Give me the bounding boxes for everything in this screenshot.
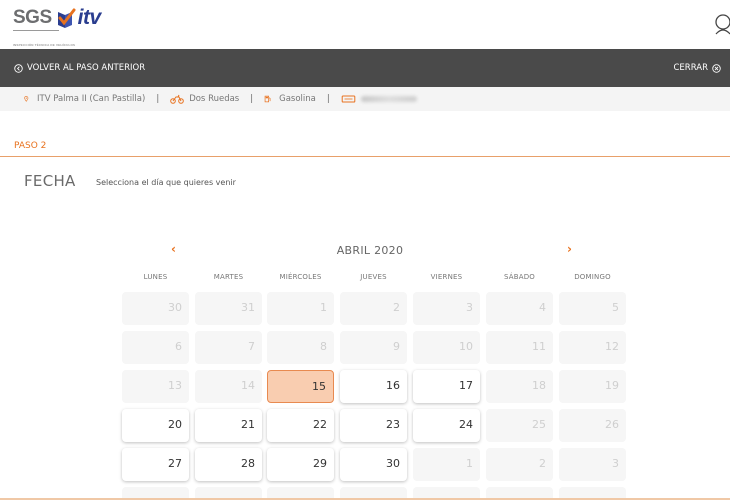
weekday-header: SÁBADO xyxy=(503,273,536,281)
calendar-day: 18 xyxy=(486,370,553,403)
calendar-day: 2 xyxy=(340,292,407,325)
calendar-month: ABRIL 2020 xyxy=(336,244,404,257)
calendar-day: 12 xyxy=(559,331,626,364)
calendar-day: 10 xyxy=(413,331,480,364)
summary-vehicle-label: Dos Ruedas xyxy=(189,94,240,104)
logo-sgs: SGS INSPECCIÓN TÉCNICA DE VEHÍCULOS xyxy=(13,6,75,47)
page-title: FECHA xyxy=(24,172,76,190)
header: SGS INSPECCIÓN TÉCNICA DE VEHÍCULOS itv xyxy=(0,0,730,49)
booking-summary-bar: ITV Palma II (Can Pastilla) | Dos Ruedas… xyxy=(0,87,730,111)
calendar-day: 9 xyxy=(340,331,407,364)
weekday-header: MIÉRCOLES xyxy=(279,273,322,281)
summary-plate xyxy=(341,94,417,104)
back-button-label: VOLVER AL PASO ANTERIOR xyxy=(27,63,146,73)
calendar-day-selected[interactable]: 15 xyxy=(267,370,334,403)
logo[interactable]: SGS INSPECCIÓN TÉCNICA DE VEHÍCULOS itv xyxy=(13,6,102,47)
logo-itv-text: itv xyxy=(77,6,102,29)
summary-fuel: Gasolina xyxy=(264,94,316,104)
calendar-day: 31 xyxy=(195,292,262,325)
summary-vehicle: Dos Ruedas xyxy=(170,94,239,104)
close-button-label: CERRAR xyxy=(673,63,709,73)
prev-month-button[interactable]: ‹ xyxy=(171,242,176,256)
summary-station: ITV Palma II (Can Pastilla) xyxy=(24,94,145,104)
calendar-day: 8 xyxy=(267,331,334,364)
close-button[interactable]: CERRAR xyxy=(674,63,722,73)
calendar-day: 3 xyxy=(413,292,480,325)
calendar-day[interactable]: 24 xyxy=(413,409,480,442)
user-icon[interactable] xyxy=(712,13,730,35)
close-icon xyxy=(712,63,721,73)
calendar-day: 25 xyxy=(486,409,553,442)
calendar-day[interactable]: 21 xyxy=(195,409,262,442)
calendar-day[interactable]: 29 xyxy=(267,448,334,481)
calendar-day: 30 xyxy=(122,292,189,325)
next-month-button[interactable]: › xyxy=(567,242,572,256)
calendar-day: 7 xyxy=(195,331,262,364)
calendar-day: 13 xyxy=(122,370,189,403)
calendar-day: 5 xyxy=(559,292,626,325)
back-arrow-icon xyxy=(14,63,23,73)
calendar-day: 19 xyxy=(559,370,626,403)
calendar-day[interactable]: 20 xyxy=(122,409,189,442)
summary-station-label: ITV Palma II (Can Pastilla) xyxy=(37,94,146,104)
weekday-header: MARTES xyxy=(213,273,244,281)
calendar-day[interactable]: 30 xyxy=(340,448,407,481)
motorcycle-icon xyxy=(170,94,184,104)
license-plate-icon xyxy=(341,95,356,103)
fuel-pump-icon xyxy=(264,95,271,103)
calendar-day[interactable]: 28 xyxy=(195,448,262,481)
calendar-day: 26 xyxy=(559,409,626,442)
calendar-day: 11 xyxy=(486,331,553,364)
calendar-day: 1 xyxy=(267,292,334,325)
back-button[interactable]: VOLVER AL PASO ANTERIOR xyxy=(14,63,145,73)
page-subtitle: Selecciona el día que quieres venir xyxy=(96,178,236,187)
calendar-day: 3 xyxy=(559,448,626,481)
weekday-header: DOMINGO xyxy=(574,273,611,281)
logo-underline xyxy=(13,30,59,31)
weekday-header: LUNES xyxy=(143,273,168,281)
logo-sgs-text: SGS xyxy=(13,7,52,28)
calendar-day[interactable]: 16 xyxy=(340,370,407,403)
step-divider xyxy=(0,156,730,157)
calendar-day: 2 xyxy=(486,448,553,481)
calendar-day: 6 xyxy=(122,331,189,364)
summary-separator: | xyxy=(250,94,254,104)
logo-check-icon xyxy=(57,8,76,28)
location-pin-icon xyxy=(24,96,29,102)
calendar-day: 1 xyxy=(413,448,480,481)
calendar-day[interactable]: 17 xyxy=(413,370,480,403)
step-label: PASO 2 xyxy=(14,141,47,151)
weekday-header: VIERNES xyxy=(430,273,463,281)
calendar-day: 4 xyxy=(486,292,553,325)
summary-separator: | xyxy=(156,94,160,104)
calendar-day[interactable]: 23 xyxy=(340,409,407,442)
summary-fuel-label: Gasolina xyxy=(279,94,316,104)
calendar-day: 14 xyxy=(195,370,262,403)
plate-number-redacted xyxy=(360,96,417,102)
app-root: SGS INSPECCIÓN TÉCNICA DE VEHÍCULOS itv … xyxy=(0,0,730,500)
step-nav-bar: VOLVER AL PASO ANTERIOR CERRAR xyxy=(0,49,730,87)
summary-separator: | xyxy=(326,94,330,104)
calendar-day[interactable]: 27 xyxy=(122,448,189,481)
calendar-day[interactable]: 22 xyxy=(267,409,334,442)
weekday-header: JUEVES xyxy=(360,273,387,281)
